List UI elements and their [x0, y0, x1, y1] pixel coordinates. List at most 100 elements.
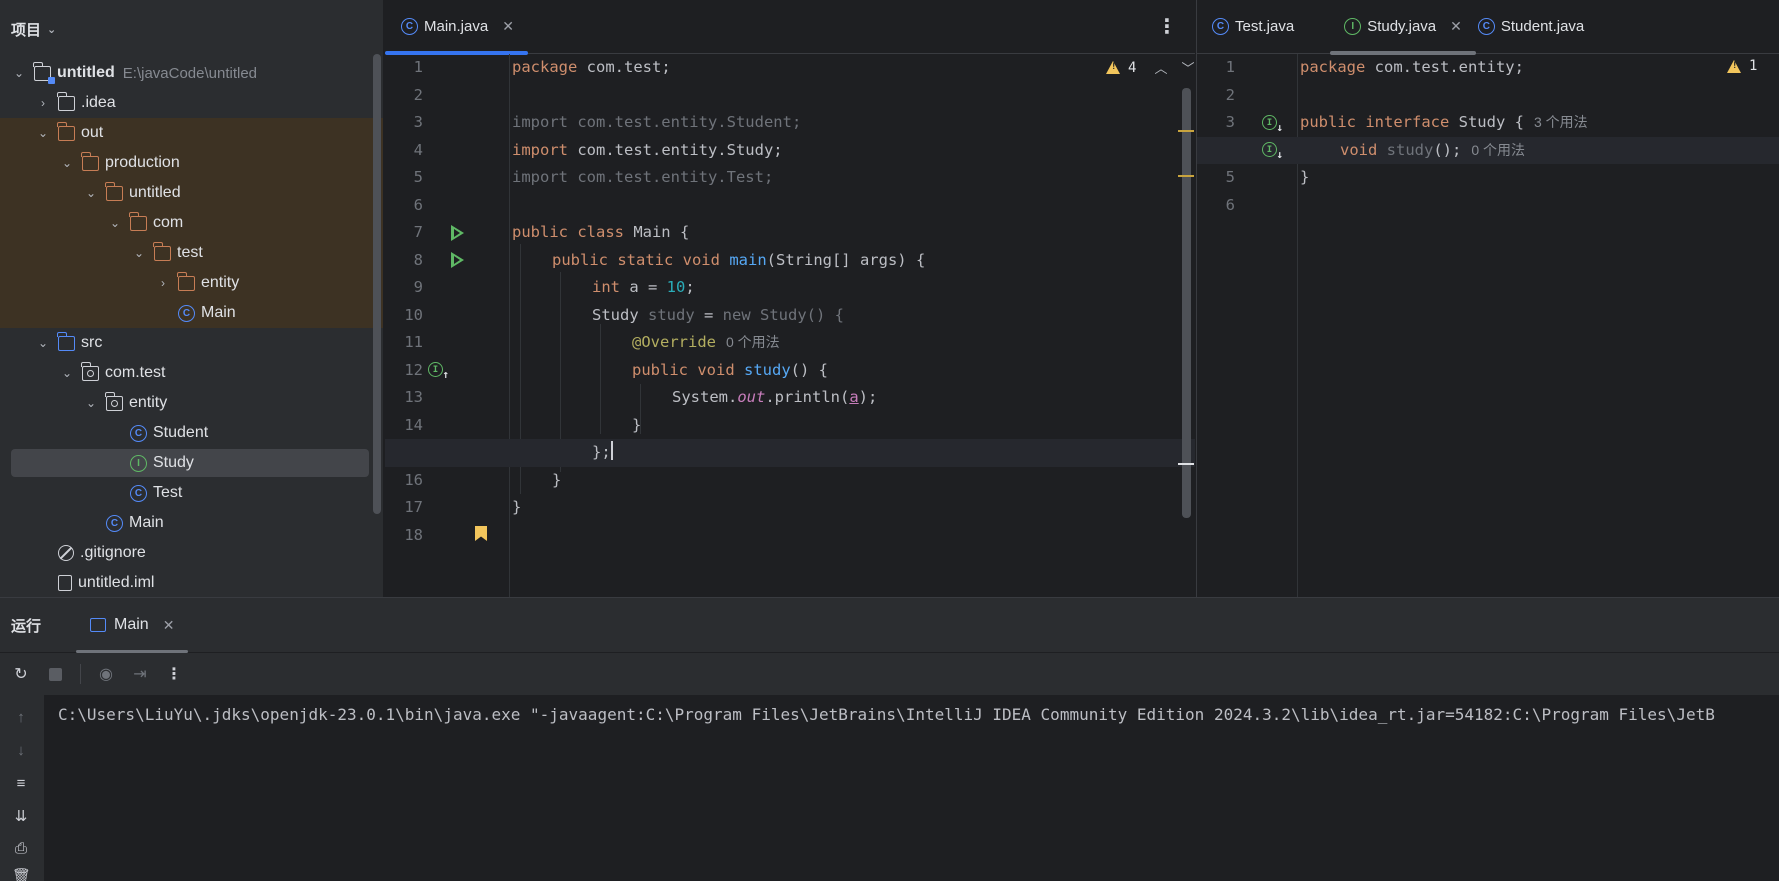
run-title: 运行: [11, 617, 42, 635]
editor-study-java: C Test.java I Study.java ✕ C Student.jav…: [1196, 0, 1779, 597]
tree-item[interactable]: ⌄ out: [0, 118, 383, 148]
code-token: new Study() {: [722, 305, 844, 324]
chevron-down-icon: ⌄: [47, 23, 57, 36]
tab-main-java[interactable]: C Main.java ✕: [385, 0, 528, 55]
scroll-to-end-icon[interactable]: ⇊: [12, 807, 30, 825]
run-tab-main[interactable]: Main ✕: [76, 598, 189, 653]
chevron-down-icon[interactable]: ⌄: [84, 396, 98, 410]
tree-item-label: entity: [129, 394, 168, 411]
close-icon[interactable]: ✕: [163, 617, 175, 634]
close-icon[interactable]: ✕: [1450, 18, 1462, 35]
package-icon: [105, 391, 123, 411]
code-token: }: [1300, 168, 1310, 186]
class-icon: C: [1212, 18, 1229, 35]
tab-student-java[interactable]: C Student.java: [1476, 0, 1598, 54]
chevron-down-icon[interactable]: ⌄: [108, 216, 122, 230]
print-icon[interactable]: ⎙: [12, 840, 30, 858]
tree-item[interactable]: ⌄ com.test: [0, 358, 383, 388]
chevron-down-icon[interactable]: ⌄: [132, 246, 146, 260]
tree-item[interactable]: › .idea: [0, 88, 383, 118]
tree-item[interactable]: ⌄ untitled E:\javaCode\untitled: [0, 58, 383, 88]
implemented-gutter-icon[interactable]: I ↓: [1262, 142, 1283, 161]
rerun-icon[interactable]: ↻: [12, 665, 30, 683]
toolbar-separator: [80, 664, 81, 684]
usage-hint[interactable]: 3 个用法: [1534, 114, 1588, 130]
arrow-down-icon[interactable]: ↓: [12, 742, 30, 760]
tree-item-label: Main: [201, 304, 236, 321]
chevron-down-icon[interactable]: ⌄: [60, 156, 74, 170]
exit-icon[interactable]: ⇥: [131, 665, 149, 683]
code-area-right[interactable]: 1 123456 package com.test.entity; public…: [1197, 54, 1779, 597]
tab-study-java[interactable]: I Study.java ✕: [1330, 0, 1476, 55]
code-area-left[interactable]: 4 ︿ ﹀ 123456789101112131415161718 packag…: [385, 54, 1195, 597]
line-number: 18: [404, 525, 423, 544]
tree-item[interactable]: ⌄ src: [0, 328, 383, 358]
class-icon: C: [1477, 18, 1495, 35]
chevron-down-icon[interactable]: ⌄: [84, 186, 98, 200]
code-token: study: [648, 305, 695, 324]
tab-test-java[interactable]: C Test.java: [1197, 0, 1308, 54]
line-number: 6: [413, 195, 423, 214]
tree-item[interactable]: ⌄ untitled: [0, 178, 383, 208]
tree-item[interactable]: ›IStudy: [0, 448, 383, 478]
text-caret: [610, 441, 613, 460]
tree-item-label: Student: [153, 424, 209, 441]
code-line: public class Main {: [385, 219, 1195, 247]
code-token: study: [1386, 140, 1434, 159]
implemented-gutter-icon[interactable]: I ↓: [1262, 115, 1283, 134]
class-icon: C: [130, 484, 147, 502]
code-token: com.test.entity.Study;: [568, 140, 783, 159]
code-token: public class: [512, 223, 624, 241]
trash-icon[interactable]: 🗑: [12, 867, 31, 881]
chevron-down-icon[interactable]: ⌄: [36, 126, 50, 140]
project-scrollbar[interactable]: [373, 54, 381, 514]
tree-item[interactable]: ⌄ production: [0, 148, 383, 178]
chevron-down-icon[interactable]: ⌄: [12, 66, 26, 80]
chevron-right-icon[interactable]: ›: [36, 96, 50, 110]
editor-scrollbar[interactable]: [1182, 88, 1191, 518]
code-line: public static void main(String[] args) {: [385, 247, 1195, 275]
warning-stripe-mark[interactable]: [1178, 175, 1194, 177]
tree-item[interactable]: › entity: [0, 268, 383, 298]
more-options-icon[interactable]: ⋮: [165, 665, 183, 683]
run-gutter-icon[interactable]: [449, 225, 465, 241]
console-icon: [90, 618, 106, 632]
camera-icon[interactable]: ◉: [97, 665, 115, 683]
tree-item[interactable]: ⌄ com: [0, 208, 383, 238]
code-token: System.: [672, 388, 738, 406]
warning-stripe-mark[interactable]: [1178, 130, 1194, 132]
chevron-down-icon[interactable]: ⌄: [60, 366, 74, 380]
arrow-up-icon[interactable]: ↑: [12, 709, 30, 727]
run-tab-label: Main: [114, 616, 149, 633]
tab-label: Student.java: [1500, 18, 1585, 35]
tree-item[interactable]: ›CStudent: [0, 418, 383, 448]
tree-item[interactable]: ⌄ test: [0, 238, 383, 268]
bookmark-icon[interactable]: [475, 526, 487, 541]
tree-item[interactable]: ›untitled.iml: [0, 568, 383, 597]
console-output[interactable]: C:\Users\LiuYu\.jdks\openjdk-23.0.1\bin\…: [44, 695, 1779, 881]
run-gutter-icon[interactable]: [449, 252, 465, 268]
tree-item[interactable]: ›CMain: [0, 298, 383, 328]
tree-item[interactable]: ›CMain: [0, 508, 383, 538]
tree-item[interactable]: ⌄ entity: [0, 388, 383, 418]
override-gutter-icon[interactable]: I ↑: [428, 362, 449, 381]
code-token: }: [552, 470, 562, 489]
more-options-icon[interactable]: ⋮: [1157, 14, 1177, 39]
code-token: public interface: [1300, 113, 1450, 131]
tree-item-label: Main: [129, 514, 164, 531]
close-icon[interactable]: ✕: [502, 18, 514, 35]
excluded-folder-icon: [81, 151, 99, 171]
project-view-selector[interactable]: 项目 ⌄: [0, 0, 383, 58]
usage-hint[interactable]: 0 个用法: [1471, 142, 1525, 158]
code-line: }: [1197, 164, 1779, 192]
usage-hint[interactable]: 0 个用法: [726, 334, 780, 350]
soft-wrap-icon[interactable]: ≡: [12, 775, 30, 793]
code-token: com.test.entity;: [1365, 58, 1524, 76]
tree-item[interactable]: ›.gitignore: [0, 538, 383, 568]
stop-icon[interactable]: [46, 665, 64, 683]
chevron-down-icon[interactable]: ⌄: [36, 336, 50, 350]
code-token: ;: [685, 278, 695, 296]
code-token: a =: [620, 278, 667, 296]
chevron-right-icon[interactable]: ›: [156, 276, 170, 290]
tree-item[interactable]: ›CTest: [0, 478, 383, 508]
